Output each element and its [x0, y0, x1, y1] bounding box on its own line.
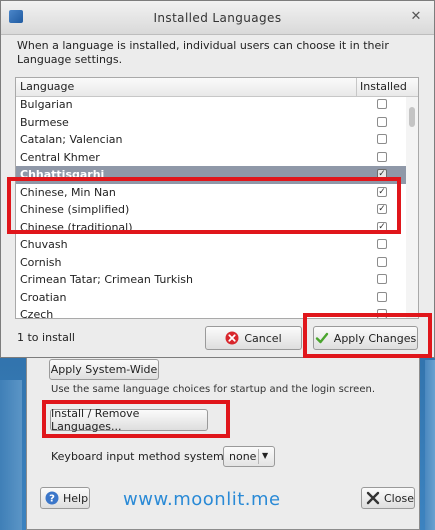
installed-checkbox[interactable] [377, 99, 387, 109]
chevron-down-icon: ▼ [262, 451, 269, 460]
column-language[interactable]: Language [20, 80, 74, 93]
system-wide-note: Use the same language choices for startu… [51, 384, 375, 395]
cancel-icon [225, 331, 239, 345]
language-label: Cornish [20, 255, 62, 269]
scrollbar-thumb[interactable] [409, 107, 415, 127]
list-item[interactable]: Central Khmer [16, 149, 406, 167]
help-label: Help [63, 491, 89, 505]
cancel-button[interactable]: Cancel [205, 326, 302, 350]
install-status: 1 to install [17, 331, 75, 344]
help-icon: ? [45, 491, 59, 505]
svg-text:?: ? [49, 494, 55, 505]
apply-changes-highlight [303, 313, 432, 358]
title-bar[interactable]: Installed Languages ✕ [1, 1, 434, 35]
column-separator [356, 78, 357, 96]
list-scrollbar[interactable] [406, 97, 418, 318]
close-icon [366, 491, 380, 505]
intro-text: When a language is installed, individual… [17, 39, 389, 66]
apply-system-wide-button[interactable]: Apply System-Wide [49, 359, 159, 380]
language-label: Czech [20, 308, 54, 319]
help-button[interactable]: ? Help [40, 487, 90, 509]
list-item[interactable]: Crimean Tatar; Crimean Turkish [16, 271, 406, 289]
dialog-title: Installed Languages [153, 11, 282, 25]
watermark-text: www.moonlit.me [123, 489, 281, 510]
language-label: Catalan; Valencian [20, 133, 123, 146]
window-close-icon[interactable]: ✕ [407, 8, 425, 26]
desktop-panel-edge-right [425, 360, 435, 530]
desktop-panel-edge [0, 380, 22, 530]
language-label: Burmese [20, 115, 69, 129]
language-label: Crimean Tatar; Crimean Turkish [20, 273, 193, 286]
keyboard-input-method-select[interactable]: none ▼ [223, 446, 275, 467]
installed-checkbox[interactable] [377, 256, 387, 267]
chinese-rows-highlight [7, 177, 401, 234]
installed-checkbox[interactable] [377, 239, 387, 249]
language-label: Bulgarian [20, 98, 73, 111]
installed-checkbox[interactable] [377, 151, 387, 162]
column-installed[interactable]: Installed [360, 80, 407, 93]
list-header: Language Installed [16, 78, 418, 97]
language-label: Croatian [20, 290, 67, 304]
keyboard-input-label: Keyboard input method system: [51, 450, 228, 463]
installed-checkbox[interactable] [377, 134, 387, 144]
keyboard-input-method-value: none [229, 450, 257, 463]
list-item[interactable]: Cornish [16, 254, 406, 272]
cancel-label: Cancel [244, 331, 282, 345]
list-item[interactable]: Croatian [16, 289, 406, 307]
list-item[interactable]: Chuvash [16, 236, 406, 254]
list-item[interactable]: Catalan; Valencian [16, 131, 406, 149]
language-label: Chuvash [20, 238, 68, 251]
installed-checkbox[interactable] [377, 116, 387, 127]
installed-checkbox[interactable] [377, 274, 387, 284]
install-remove-highlight [42, 400, 230, 438]
language-label: Central Khmer [20, 150, 100, 164]
close-label: Close [384, 491, 414, 505]
installed-checkbox[interactable] [377, 291, 387, 302]
list-item[interactable]: Burmese [16, 114, 406, 132]
close-button[interactable]: Close [361, 487, 415, 509]
list-item[interactable]: Bulgarian [16, 96, 406, 114]
combo-separator [258, 449, 259, 464]
